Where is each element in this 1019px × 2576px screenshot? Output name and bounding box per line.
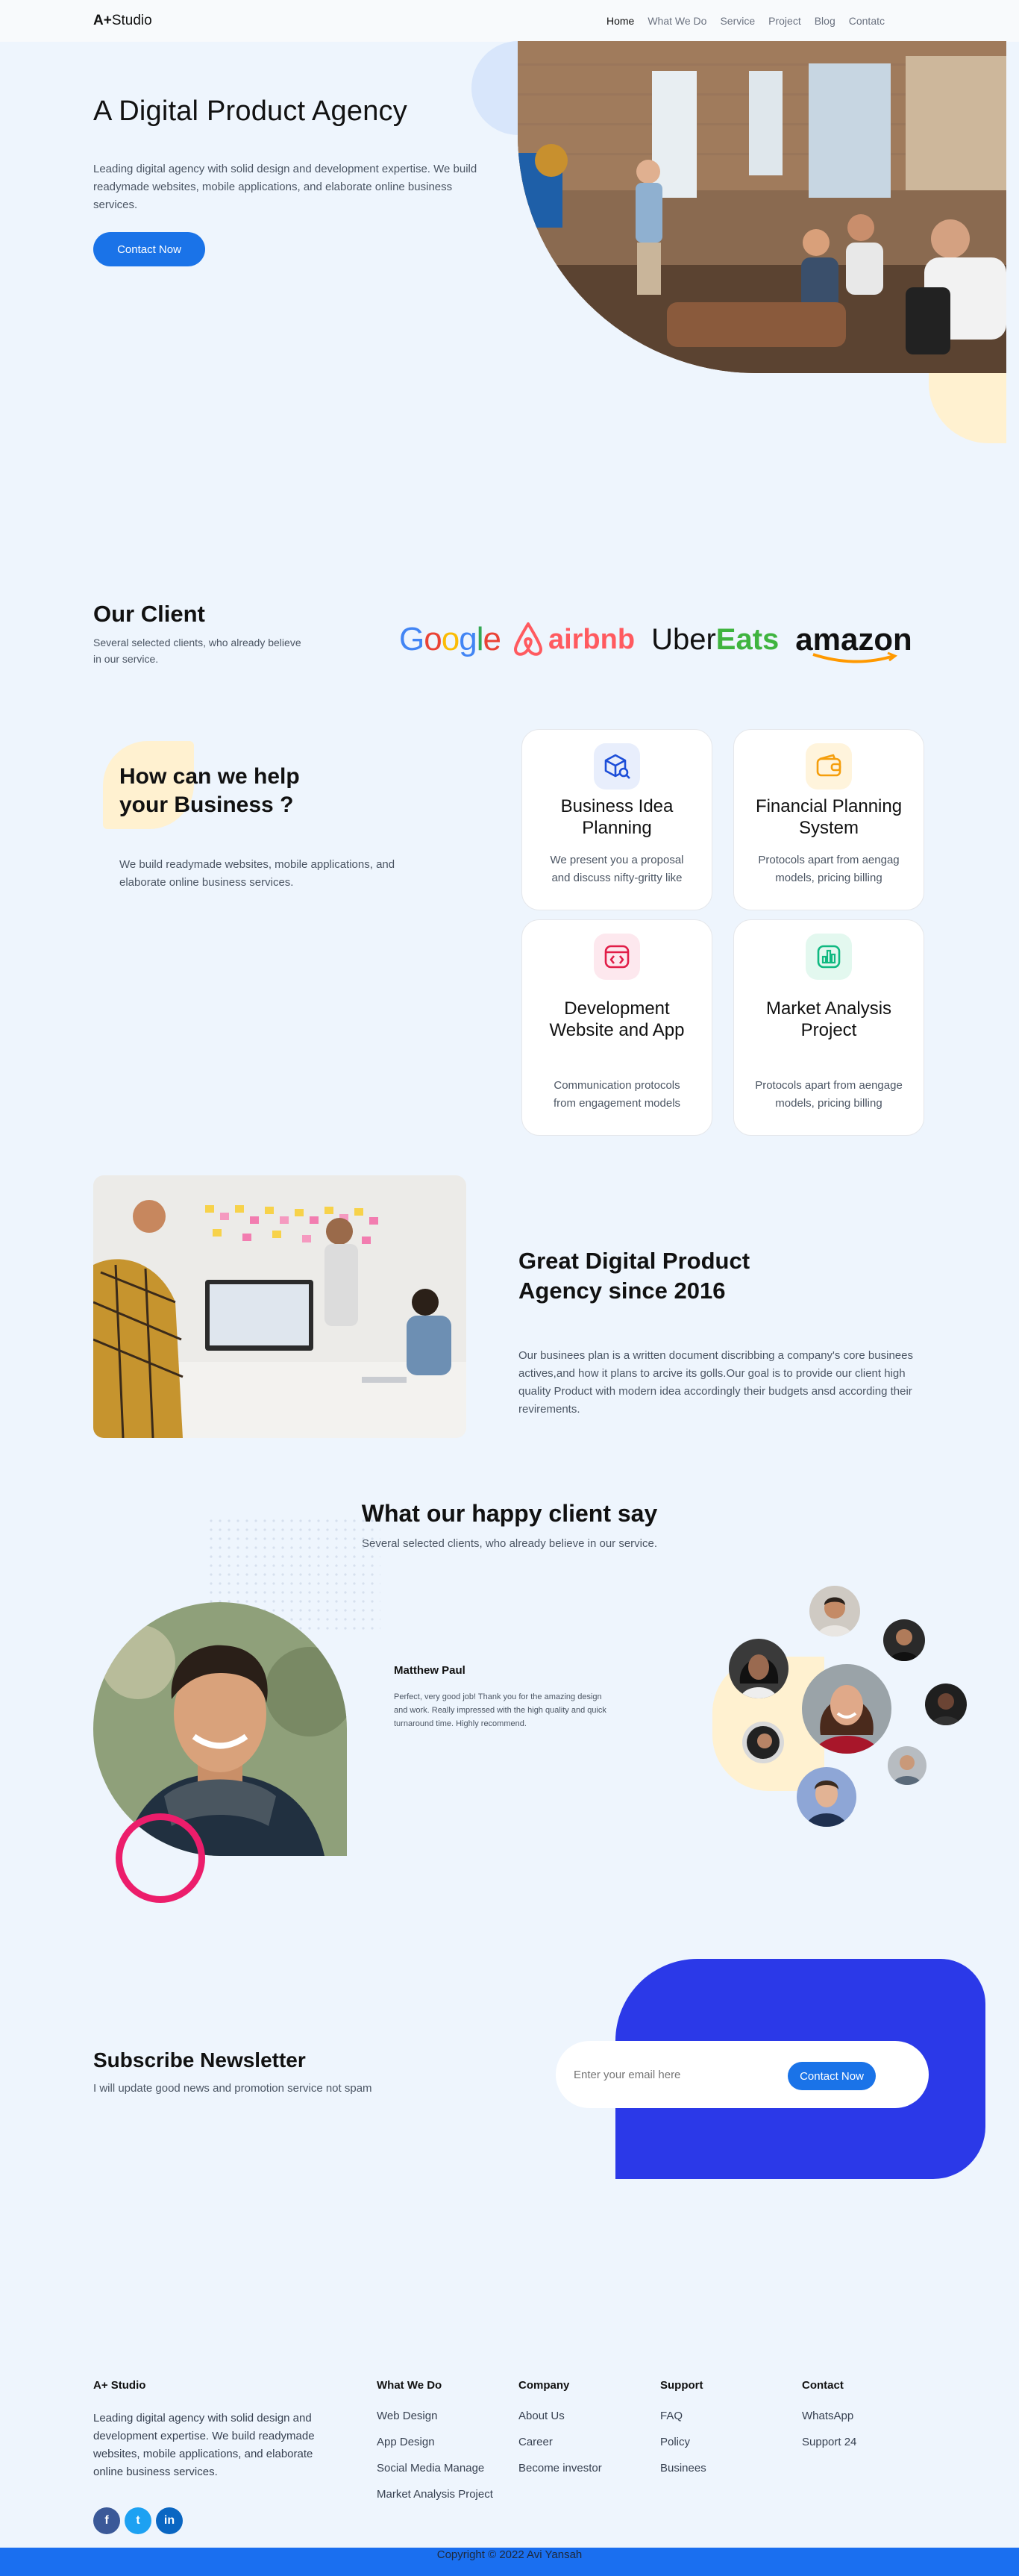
client-avatar[interactable] xyxy=(729,1639,788,1698)
card-title: Market Analysis Project xyxy=(765,998,892,1040)
footer-link[interactable]: Social Media Manage xyxy=(377,2462,493,2475)
agency-description: Our businees plan is a written document … xyxy=(518,1349,913,1416)
hero-title: A Digital Product Agency xyxy=(93,96,407,127)
footer-link[interactable]: Become investor xyxy=(518,2462,602,2475)
testimonial-quote: Perfect, very good job! Thank you for th… xyxy=(394,1692,606,1728)
google-logo: Google xyxy=(399,621,501,657)
clients-subtitle: Several selected clients, who already be… xyxy=(93,637,301,665)
decorative-blob xyxy=(929,373,1006,443)
footer-link[interactable]: FAQ xyxy=(660,2410,706,2422)
nav-service[interactable]: Service xyxy=(720,15,755,27)
footer-column-what-we-do: What We Do Web Design App Design Social … xyxy=(377,2379,493,2514)
airbnb-icon xyxy=(513,622,542,656)
card-description: Communication protocols from engagement … xyxy=(553,1079,681,1110)
footer-brand: A+ Studio xyxy=(93,2379,146,2392)
card-title: Development Website and App xyxy=(549,998,685,1040)
service-card-business-idea[interactable]: Business Idea Planning We present you a … xyxy=(521,729,712,910)
social-links: f t in xyxy=(93,2507,183,2534)
top-navbar: A+Studio Home What We Do Service Project… xyxy=(0,0,1019,42)
ubereats-logo: UberEats xyxy=(651,622,780,656)
client-logos: Google airbnb UberEats amazon xyxy=(399,621,912,663)
copyright-text: Copyright © 2022 Avi Yansah xyxy=(436,2548,583,2561)
card-title: Business Idea Planning xyxy=(560,796,674,838)
client-avatar[interactable] xyxy=(797,1767,856,1827)
team-meeting-image xyxy=(93,1175,466,1438)
footer-column-title: Company xyxy=(518,2379,570,2392)
decorative-ring xyxy=(116,1813,205,1903)
footer-column-contact: Contact WhatsApp Support 24 xyxy=(802,2379,856,2462)
footer-column-title: What We Do xyxy=(377,2379,442,2392)
code-window-icon xyxy=(594,934,640,980)
newsletter-form: Contact Now xyxy=(556,2041,929,2108)
footer-link[interactable]: Support 24 xyxy=(802,2436,856,2448)
service-card-financial[interactable]: Financial Planning System Protocols apar… xyxy=(733,729,924,910)
footer-column-support: Support FAQ Policy Businees xyxy=(660,2379,706,2488)
brand-logo[interactable]: A+Studio xyxy=(93,13,152,29)
footer-column-title: Contact xyxy=(802,2379,844,2392)
footer-link[interactable]: Policy xyxy=(660,2436,706,2448)
footer-link[interactable]: Career xyxy=(518,2436,602,2448)
copyright-bar: Copyright © 2022 Avi Yansah xyxy=(0,2548,1019,2576)
cube-search-icon xyxy=(594,743,640,790)
help-description: We build readymade websites, mobile appl… xyxy=(119,858,395,889)
card-title: Financial Planning System xyxy=(755,796,903,838)
footer-link[interactable]: App Design xyxy=(377,2436,493,2448)
nav-home[interactable]: Home xyxy=(606,15,634,27)
airbnb-logo: airbnb xyxy=(511,621,635,658)
agency-title: Great Digital Product Agency since 2016 xyxy=(518,1248,750,1304)
hero-contact-button[interactable]: Contact Now xyxy=(93,232,205,266)
footer-column-title: Support xyxy=(660,2379,703,2392)
card-description: We present you a proposal and discuss ni… xyxy=(550,854,684,884)
footer-link[interactable]: Web Design xyxy=(377,2410,493,2422)
testimonial-subtitle: Several selected clients, who already be… xyxy=(361,1537,658,1550)
footer-link[interactable]: WhatsApp xyxy=(802,2410,856,2422)
client-avatar[interactable] xyxy=(809,1586,860,1636)
linkedin-icon[interactable]: in xyxy=(156,2507,183,2534)
card-description: Protocols apart from aengage models, pri… xyxy=(755,1079,903,1110)
main-menu: Home What We Do Service Project Blog Con… xyxy=(606,15,885,27)
newsletter-title: Subscribe Newsletter xyxy=(93,2048,306,2072)
footer-column-company: Company About Us Career Become investor xyxy=(518,2379,602,2488)
facebook-icon[interactable]: f xyxy=(93,2507,120,2534)
nav-project[interactable]: Project xyxy=(768,15,801,27)
footer-description: Leading digital agency with solid design… xyxy=(93,2412,315,2478)
testimonial-author: Matthew Paul xyxy=(394,1664,465,1677)
card-description: Protocols apart from aengag models, pric… xyxy=(758,854,900,884)
twitter-icon[interactable]: t xyxy=(125,2507,151,2534)
newsletter-contact-button[interactable]: Contact Now xyxy=(788,2062,876,2090)
featured-client-photo xyxy=(93,1602,347,1856)
amazon-logo: amazon xyxy=(795,622,912,663)
hero-image xyxy=(518,41,1006,373)
footer-link[interactable]: Market Analysis Project xyxy=(377,2488,493,2501)
client-avatar[interactable] xyxy=(888,1746,926,1785)
newsletter-description: I will update good news and promotion se… xyxy=(93,2082,372,2095)
testimonial-title: What our happy client say xyxy=(361,1500,658,1527)
nav-contact[interactable]: Contatc xyxy=(849,15,885,27)
client-avatar[interactable] xyxy=(883,1619,925,1661)
nav-what-we-do[interactable]: What We Do xyxy=(648,15,706,27)
client-avatar[interactable] xyxy=(802,1664,891,1754)
footer-link[interactable]: About Us xyxy=(518,2410,602,2422)
footer-about: A+ Studio Leading digital agency with so… xyxy=(93,2379,317,2481)
help-title: How can we help your Business ? xyxy=(119,764,300,817)
wallet-icon xyxy=(806,743,852,790)
bar-chart-icon xyxy=(806,934,852,980)
hero-description: Leading digital agency with solid design… xyxy=(93,163,477,211)
clients-title: Our Client xyxy=(93,601,205,627)
service-card-development[interactable]: Development Website and App Communicatio… xyxy=(521,919,712,1136)
nav-blog[interactable]: Blog xyxy=(815,15,835,27)
client-avatar[interactable] xyxy=(925,1684,967,1725)
service-card-market-analysis[interactable]: Market Analysis Project Protocols apart … xyxy=(733,919,924,1136)
email-field[interactable] xyxy=(574,2062,775,2087)
footer-link[interactable]: Businees xyxy=(660,2462,706,2475)
client-avatar[interactable] xyxy=(742,1722,784,1763)
